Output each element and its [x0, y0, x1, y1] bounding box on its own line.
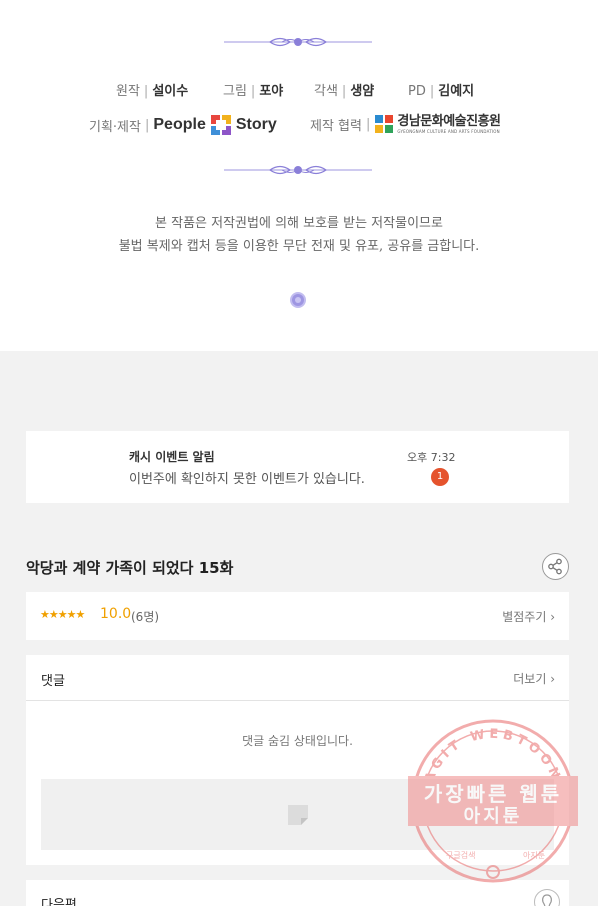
credit-role: PD [408, 84, 426, 99]
share-icon [548, 558, 562, 575]
credit-role: 그림 [223, 84, 247, 99]
credit-separator: | [143, 84, 149, 99]
credit-separator: | [429, 84, 435, 99]
credit-name: 설이수 [152, 84, 189, 99]
event-title: 캐시 이벤트 알림 [129, 450, 215, 464]
rating-vote-count: (6명) [131, 610, 160, 624]
ornament-divider-top [224, 37, 372, 47]
gyeongnam-foundation-logo: 경남문화예술진흥원 GYEONGNAM CULTURE AND ARTS FOU… [374, 113, 501, 134]
people-story-logo: People Story [153, 114, 277, 136]
credit-name: 생얌 [350, 84, 375, 99]
episode-title: 악당과 계약 가족이 되었다 15화 [26, 559, 234, 577]
ornament-divider-bottom [224, 165, 372, 175]
credit-adaptation: 각색 | 생얌 [314, 80, 374, 99]
credit-original: 원작 | 설이수 [116, 80, 188, 99]
copyright-notice-line1: 본 작품은 저작권법에 의해 보호를 받는 저작물이므로 [155, 216, 443, 231]
document-icon [288, 805, 308, 825]
credits-section: 원작 | 설이수 그림 | 포야 각색 | 생얌 PD | 김예지 기획·제작 | People … [0, 0, 598, 351]
rating-card: ★★★★★ 10.0 (6명) 별점주기 › [26, 592, 569, 640]
credit-separator: | [365, 116, 371, 132]
credit-coproduction: 제작 협력 | 경남문화예술진흥원 GYEONGNAM CULTURE AND A… [310, 114, 501, 134]
share-button[interactable] [542, 553, 569, 580]
next-episode-button[interactable] [534, 889, 560, 906]
credit-role: 원작 [116, 84, 140, 99]
event-description: 이번주에 확인하지 못한 이벤트가 있습니다. [129, 472, 365, 487]
event-count-badge: 1 [431, 468, 449, 486]
comments-more-link[interactable]: 더보기 › [513, 670, 555, 687]
flower-ornament-icon [290, 292, 306, 308]
comment-card: 댓글 더보기 › 댓글 숨김 상태입니다. [26, 655, 569, 865]
credit-role: 제작 협력 [310, 118, 362, 134]
event-notification-card[interactable]: 캐시 이벤트 알림 이번주에 확인하지 못한 이벤트가 있습니다. 오후 7:3… [26, 431, 569, 503]
gyeongnam-logo-subtext: GYEONGNAM CULTURE AND ARTS FOUNDATION [397, 128, 500, 134]
credit-planning: 기획·제작 | People Story [89, 114, 277, 136]
next-episode-label: 다음편 [41, 898, 77, 906]
rate-button[interactable]: 별점주기 › [502, 608, 555, 625]
event-time: 오후 7:32 [407, 451, 456, 464]
copyright-notice-line2: 불법 복제와 캡처 등을 이용한 무단 전재 및 유포, 공유를 금합니다. [118, 239, 480, 254]
logo-text-people: People [153, 116, 206, 133]
bulb-icon [542, 894, 552, 906]
credit-separator: | [144, 117, 150, 133]
credit-role: 기획·제작 [89, 119, 141, 135]
comment-input-box[interactable] [41, 779, 554, 850]
credit-pd: PD | 김예지 [408, 80, 474, 99]
gyeongnam-logo-text: 경남문화예술진흥원 [397, 113, 501, 129]
comments-hidden-message: 댓글 숨김 상태입니다. [242, 734, 353, 748]
gyeongnam-mark-icon [375, 115, 394, 133]
credit-art: 그림 | 포야 [223, 80, 283, 99]
logo-text-story: Story [235, 116, 277, 133]
rating-score: 10.0 [100, 606, 132, 622]
credit-separator: | [250, 84, 256, 99]
credit-name: 포야 [259, 84, 284, 99]
credit-separator: | [341, 84, 347, 99]
comment-header: 댓글 더보기 › [26, 655, 569, 701]
comment-section-title: 댓글 [41, 674, 65, 689]
people-story-mark-icon [210, 115, 231, 135]
rating-stars: ★★★★★ [40, 608, 85, 621]
credit-role: 각색 [314, 84, 338, 99]
credit-name: 김예지 [438, 84, 475, 99]
next-episode-card[interactable]: 다음편 [26, 880, 569, 906]
